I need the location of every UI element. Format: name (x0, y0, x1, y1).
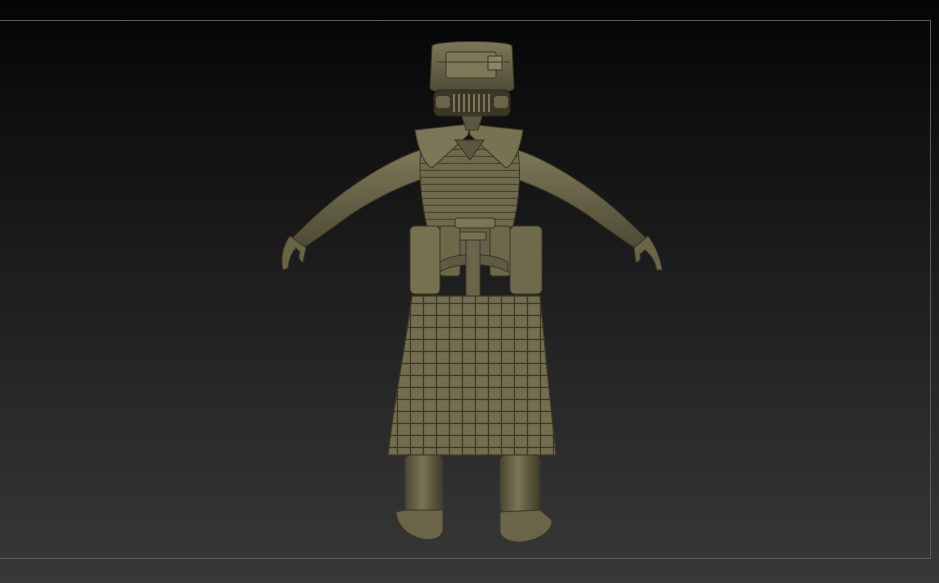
left-pouch (409, 225, 441, 295)
right-pouch (509, 225, 543, 295)
tile-skirt (387, 295, 557, 456)
sculpt-viewport[interactable] (0, 0, 939, 583)
helmet (429, 41, 515, 131)
left-arm (281, 149, 426, 271)
sculpt-model[interactable] (0, 0, 939, 583)
torso (414, 123, 524, 231)
boots (395, 454, 553, 543)
